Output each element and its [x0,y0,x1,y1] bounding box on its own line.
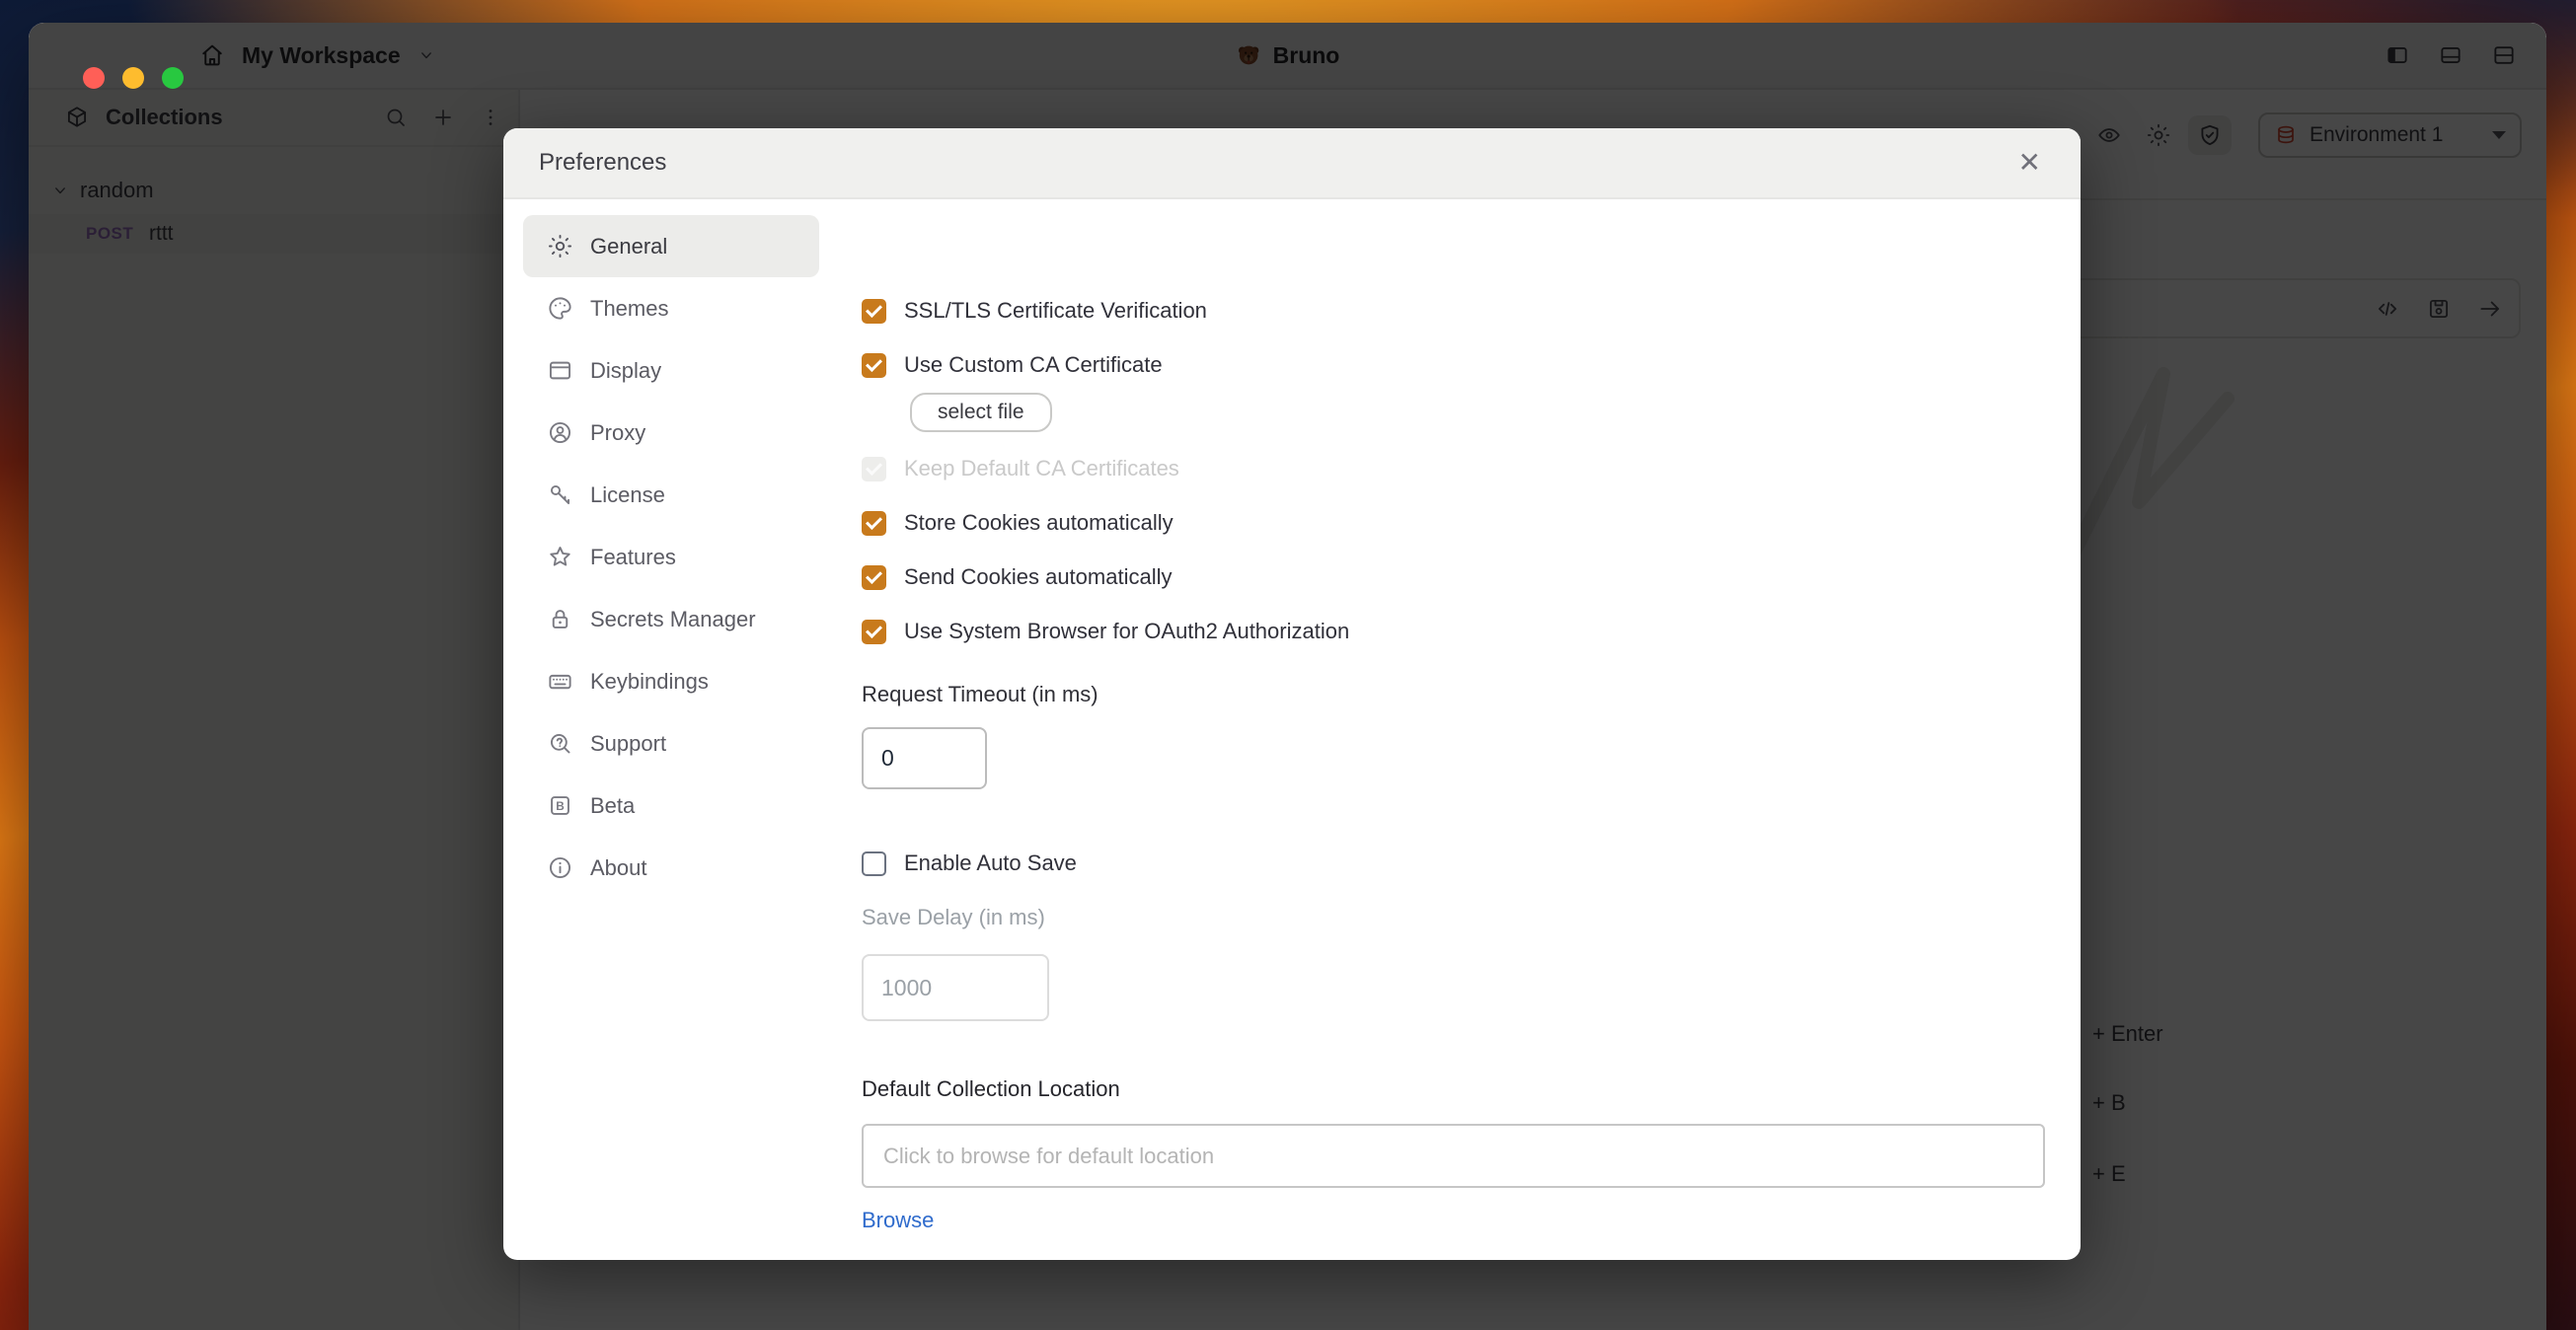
checkbox-use-system-browser-for-oauth2-authorization[interactable]: Use System Browser for OAuth2 Authorizat… [862,617,2045,646]
nav-item-label: General [590,234,667,259]
save-delay-input[interactable] [862,954,1049,1021]
request-timeout-label: Request Timeout (in ms) [862,682,2045,707]
preferences-modal: Preferences ✕ General Themes Display Pro… [503,128,2081,1260]
browse-link[interactable]: Browse [862,1208,934,1233]
checkbox-label: Keep Default CA Certificates [904,456,1179,481]
checkbox-label: Use Custom CA Certificate [904,352,1163,378]
checkbox-use-custom-ca-certificate[interactable]: Use Custom CA Certificate [862,350,2045,380]
preferences-body: General Themes Display Proxy License Fea… [503,199,2081,1258]
request-timeout-input[interactable] [862,727,987,789]
checkbox-box[interactable] [862,353,886,378]
nav-item-keybindings[interactable]: Keybindings [523,650,819,712]
nav-item-icon [547,606,573,632]
checkbox-label: Enable Auto Save [904,850,1077,876]
traffic-lights [83,67,184,89]
checkbox-enable-auto-save[interactable]: Enable Auto Save [862,849,2045,878]
nav-item-about[interactable]: About [523,837,819,899]
checkbox-label: Store Cookies automatically [904,510,1174,536]
nav-item-label: Features [590,545,676,570]
nav-item-icon [547,544,573,570]
nav-item-icon [547,730,573,757]
nav-item-label: Secrets Manager [590,607,756,632]
preferences-nav: General Themes Display Proxy License Fea… [523,215,819,899]
nav-item-label: Proxy [590,420,645,446]
nav-item-label: About [590,855,647,881]
nav-item-themes[interactable]: Themes [523,277,819,339]
minimize-window-button[interactable] [122,67,144,89]
checkbox-box[interactable] [862,299,886,324]
screen: My Workspace Bruno [0,0,2576,1330]
nav-item-label: Keybindings [590,669,709,695]
close-window-button[interactable] [83,67,105,89]
checkbox-box[interactable] [862,457,886,481]
nav-item-label: Themes [590,296,668,322]
nav-item-icon [547,668,573,695]
general-settings: SSL/TLS Certificate Verification Use Cus… [862,270,2045,1233]
save-delay-label: Save Delay (in ms) [862,905,2045,930]
nav-item-icon [547,295,573,322]
checkbox-box[interactable] [862,851,886,876]
checkbox-box[interactable] [862,620,886,644]
nav-item-beta[interactable]: Beta [523,775,819,837]
nav-item-label: License [590,482,665,508]
preferences-title: Preferences [539,149,666,177]
nav-item-icon [547,419,573,446]
nav-item-icon [547,481,573,508]
checkbox-label: SSL/TLS Certificate Verification [904,298,1207,324]
nav-item-display[interactable]: Display [523,339,819,402]
checkbox-store-cookies-automatically[interactable]: Store Cookies automatically [862,508,2045,538]
default-location-label: Default Collection Location [862,1076,2045,1102]
nav-item-secrets-manager[interactable]: Secrets Manager [523,588,819,650]
close-icon[interactable]: ✕ [2018,149,2041,177]
zoom-window-button[interactable] [162,67,184,89]
nav-item-icon [547,357,573,384]
nav-item-features[interactable]: Features [523,526,819,588]
nav-item-icon [547,233,573,259]
checkbox-label: Send Cookies automatically [904,564,1172,590]
checkbox-label: Use System Browser for OAuth2 Authorizat… [904,619,1349,644]
checkbox-box[interactable] [862,511,886,536]
checkbox-box[interactable] [862,565,886,590]
nav-item-label: Support [590,731,666,757]
default-location-input[interactable] [862,1124,2045,1188]
nav-item-proxy[interactable]: Proxy [523,402,819,464]
nav-item-label: Beta [590,793,635,819]
select-file-button[interactable]: select file [910,393,1052,432]
nav-item-general[interactable]: General [523,215,819,277]
checkbox-keep-default-ca-certificates[interactable]: Keep Default CA Certificates [862,454,2045,483]
preferences-header: Preferences ✕ [503,128,2081,199]
nav-item-icon [547,854,573,881]
checkbox-ssl-tls-certificate-verification[interactable]: SSL/TLS Certificate Verification [862,296,2045,326]
nav-item-label: Display [590,358,661,384]
checkbox-send-cookies-automatically[interactable]: Send Cookies automatically [862,562,2045,592]
nav-item-support[interactable]: Support [523,712,819,775]
nav-item-license[interactable]: License [523,464,819,526]
nav-item-icon [547,792,573,819]
